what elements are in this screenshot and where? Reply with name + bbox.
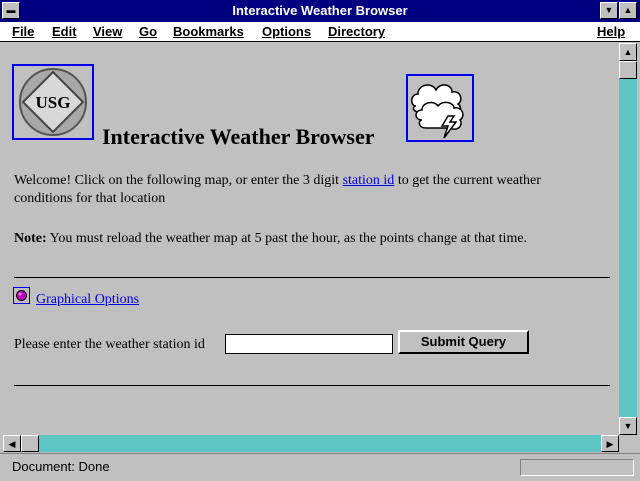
horizontal-scrollbar[interactable]: ◀ ▶ — [3, 435, 619, 452]
arrow-up-icon: ▲ — [623, 47, 633, 57]
divider-bottom — [14, 385, 610, 386]
submit-query-button[interactable]: Submit Query — [398, 330, 529, 354]
menu-options[interactable]: Options — [262, 24, 311, 39]
weather-map-link[interactable] — [406, 74, 474, 142]
bullet-ball-icon — [16, 290, 27, 301]
title-bar: ▬ Interactive Weather Browser ▼ ▲ — [0, 0, 640, 22]
intro-text-line2: conditions for that location — [14, 191, 166, 206]
storm-cloud-icon — [411, 84, 464, 139]
vertical-scrollbar[interactable]: ▲ ▼ — [619, 43, 637, 435]
progress-indicator — [520, 459, 634, 476]
scroll-up-button[interactable]: ▲ — [619, 43, 637, 61]
menu-go[interactable]: Go — [139, 24, 157, 39]
status-text: Document: Done — [12, 459, 110, 474]
minimize-button[interactable]: ▼ — [600, 2, 618, 19]
menu-view[interactable]: View — [93, 24, 122, 39]
scroll-right-button[interactable]: ▶ — [601, 435, 619, 452]
status-bar: Document: Done — [0, 453, 640, 481]
menu-directory[interactable]: Directory — [328, 24, 385, 39]
graphical-options-icon-link[interactable] — [13, 287, 30, 304]
scrollbar-corner — [619, 435, 637, 452]
menu-bookmarks[interactable]: Bookmarks — [173, 24, 244, 39]
usg-logo-icon: USG — [19, 68, 87, 136]
intro-text: Welcome! Click on the following map, or … — [14, 173, 343, 188]
arrow-left-icon: ◀ — [8, 439, 16, 449]
divider-top — [14, 277, 610, 278]
station-id-link[interactable]: station id — [343, 173, 395, 188]
arrow-down-icon: ▼ — [623, 421, 633, 431]
station-input-label: Please enter the weather station id — [14, 337, 205, 352]
page-title: Interactive Weather Browser — [102, 124, 375, 149]
note-paragraph: Note: You must reload the weather map at… — [14, 230, 527, 248]
station-id-input[interactable] — [225, 334, 393, 354]
document-area: USG Interactive Weather Browser Welcome!… — [3, 43, 619, 435]
window-title: Interactive Weather Browser — [232, 3, 408, 18]
note-text: You must reload the weather map at 5 pas… — [49, 231, 528, 246]
menu-help[interactable]: Help — [597, 24, 625, 39]
arrow-right-icon: ▶ — [606, 439, 614, 449]
maximize-icon: ▲ — [623, 5, 633, 15]
graphical-options-link[interactable]: Graphical Options — [36, 292, 139, 308]
intro-paragraph: Welcome! Click on the following map, or … — [14, 172, 614, 208]
menu-file[interactable]: File — [12, 24, 34, 39]
minimize-icon: ▼ — [604, 5, 614, 15]
logo-text: USG — [36, 93, 71, 112]
scroll-left-button[interactable]: ◀ — [3, 435, 21, 452]
menu-edit[interactable]: Edit — [52, 24, 77, 39]
intro-text-after: to get the current weather — [394, 173, 541, 188]
horizontal-scroll-thumb[interactable] — [21, 435, 39, 452]
usg-logo[interactable]: USG — [12, 64, 94, 140]
maximize-button[interactable]: ▲ — [619, 2, 637, 19]
vertical-scroll-thumb[interactable] — [619, 61, 637, 79]
note-label: Note: — [14, 231, 47, 246]
menu-bar: File Edit View Go Bookmarks Options Dire… — [0, 22, 640, 42]
scroll-down-button[interactable]: ▼ — [619, 417, 637, 435]
